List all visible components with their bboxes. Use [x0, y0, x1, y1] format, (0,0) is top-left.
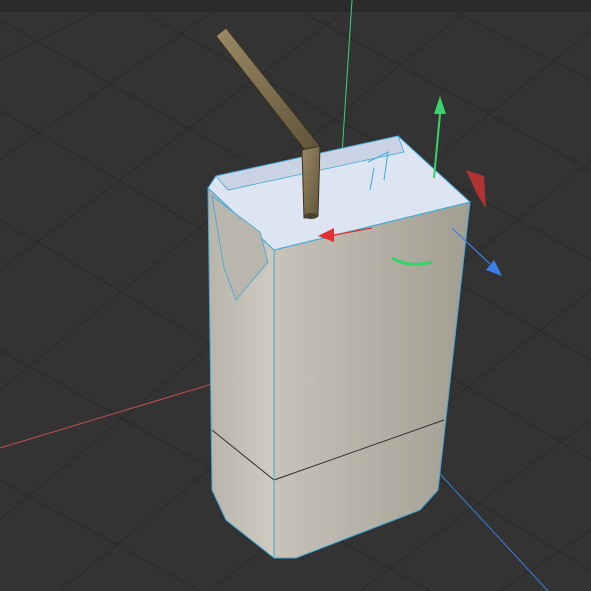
- world-x-axis: [0, 374, 243, 449]
- box-front-face: [273, 201, 471, 559]
- juice-box[interactable]: [207, 135, 472, 560]
- 3d-viewport[interactable]: [0, 0, 591, 591]
- straw-lower-segment: [301, 145, 321, 219]
- straw-upper-segment: [215, 27, 321, 155]
- gizmo-y-shaft: [433, 113, 441, 179]
- straw-base: [304, 213, 318, 219]
- scene-svg: [0, 0, 591, 591]
- gizmo-y-arrow-icon[interactable]: [434, 96, 446, 114]
